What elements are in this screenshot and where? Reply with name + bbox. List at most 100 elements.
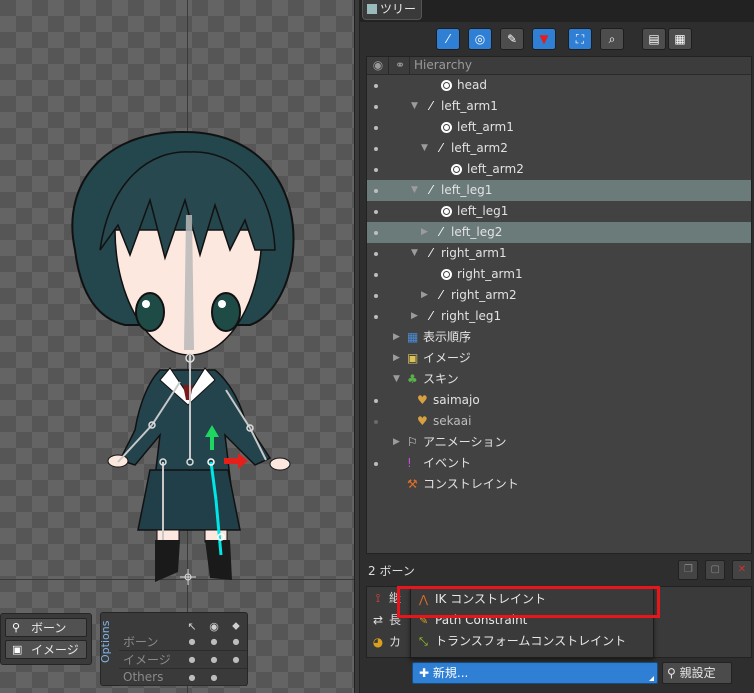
tree-row[interactable]: ♥ sekaai (367, 411, 751, 432)
chevron-down-icon[interactable]: ▼ (411, 180, 421, 201)
search-button[interactable]: ⌕ (600, 28, 624, 50)
tree-row-label: left_leg2 (451, 225, 503, 239)
tree-row[interactable]: ▼ ⁄ left_arm1 (367, 96, 751, 117)
hierarchy-tree[interactable]: ◉ ⚭ Hierarchy head ▼ ⁄ left_arm1 left_arm1 ▼ ⁄… (366, 56, 752, 554)
bottom-tools: ❐ ▢ ✕ (675, 560, 752, 582)
tree-row-label: right_arm1 (457, 267, 523, 281)
visibility-toggle[interactable] (374, 315, 378, 319)
visibility-toggle[interactable] (374, 231, 378, 235)
visibility-toggle[interactable] (374, 147, 378, 151)
chevron-right-icon[interactable]: ▶ (421, 285, 431, 306)
tree-row[interactable]: ▼ ⁄ right_arm1 (367, 243, 751, 264)
option-toggle[interactable]: ● (181, 668, 203, 686)
skins-icon: ♣ (407, 372, 418, 386)
slot-icon: ◎ (474, 32, 486, 46)
chevron-down-icon[interactable]: ▼ (411, 243, 421, 264)
visibility-toggle[interactable] (374, 462, 378, 466)
option-toggle[interactable]: ● (181, 633, 203, 651)
visibility-toggle[interactable] (374, 399, 378, 403)
chevron-right-icon[interactable]: ▶ (393, 327, 403, 348)
transform-icon: ⤡ (419, 635, 428, 648)
visibility-toggle[interactable] (374, 420, 378, 424)
tree-row[interactable]: ! イベント (367, 453, 751, 474)
delete-button[interactable]: ✕ (732, 560, 752, 580)
filter-attachments-button[interactable]: ✎ (500, 28, 524, 50)
tree-row[interactable]: left_leg1 (367, 201, 751, 222)
visibility-toggle[interactable] (374, 168, 378, 172)
visibility-toggle[interactable] (374, 273, 378, 277)
visibility-toggle[interactable] (374, 189, 378, 193)
visibility-toggle[interactable] (374, 252, 378, 256)
chevron-right-icon[interactable]: ▶ (393, 432, 403, 453)
tree-row[interactable]: ▼ ⁄ left_arm2 (367, 138, 751, 159)
options-row-bones: ボーン (119, 633, 181, 651)
tree-row-label: left_leg1 (441, 183, 493, 197)
chevron-down-icon[interactable]: ▼ (411, 96, 421, 117)
tree-row-label: アニメーション (423, 435, 507, 449)
option-toggle[interactable] (225, 668, 247, 686)
tree-row[interactable]: ♥ saimajo (367, 390, 751, 411)
tree-row[interactable]: ▶ ⁄ right_arm2 (367, 285, 751, 306)
filter-bones-button[interactable]: ⁄ (436, 28, 460, 50)
tree-row[interactable]: ▶ ⁄ right_leg1 (367, 306, 751, 327)
option-toggle[interactable]: ● (225, 650, 247, 669)
option-toggle[interactable]: ● (181, 650, 203, 669)
tree-row[interactable]: ⚒ コンストレイント (367, 474, 751, 495)
visibility-toggle[interactable] (374, 126, 378, 130)
paste-button[interactable]: ▢ (705, 560, 726, 580)
tree-row[interactable]: ▶ ⁄ left_leg2 (367, 222, 751, 243)
character-illustration[interactable] (0, 0, 354, 693)
paste-icon: ▢ (710, 564, 720, 575)
constraints-icon: ⚒ (407, 477, 418, 491)
tree-row[interactable]: ▼ ⁄ left_leg1 (367, 180, 751, 201)
filter-constraints-button[interactable]: ▼ (532, 28, 556, 50)
focus-icon: ⛶ (575, 31, 585, 46)
chevron-right-icon[interactable]: ▶ (411, 306, 421, 327)
tree-row-label: head (457, 78, 487, 92)
chevron-right-icon[interactable]: ▶ (421, 222, 431, 243)
option-toggle[interactable]: ● (225, 633, 247, 651)
tab-tree[interactable]: ツリー (362, 0, 422, 20)
option-toggle[interactable]: ● (203, 633, 225, 651)
animations-icon: ⚐ (407, 435, 418, 449)
property-label: カ (389, 635, 402, 649)
menu-item-path-constraint[interactable]: ✎ Path Constraint (411, 610, 653, 631)
visibility-toggle[interactable] (374, 84, 378, 88)
tree-row[interactable]: ▶ ▦ 表示順序 (367, 327, 751, 348)
chevron-right-icon[interactable]: ▶ (393, 348, 403, 369)
tree-row[interactable]: ▼ ♣ スキン (367, 369, 751, 390)
chevron-down-icon[interactable]: ▼ (393, 369, 403, 390)
menu-item-ik-constraint[interactable]: ⋀ IK コンストレイント (411, 589, 653, 610)
tree-row[interactable]: ▶ ⚐ アニメーション (367, 432, 751, 453)
visibility-toggle[interactable] (374, 210, 378, 214)
tree-toolbar: ⁄ ◎ ✎ ▼ ⛶ ⌕ ▤ ▦ (360, 28, 754, 54)
expand-all-button[interactable]: ▦ (668, 28, 692, 50)
tab-bar: ツリー (360, 0, 754, 22)
set-parent-button[interactable]: ⚲ 親設定 (662, 662, 732, 684)
tree-row[interactable]: right_arm1 (367, 264, 751, 285)
copy-button[interactable]: ❐ (678, 560, 699, 580)
bones-mode-label: ボーン (31, 621, 67, 635)
dropdown-corner-icon (649, 676, 654, 681)
new-button[interactable]: ✚ 新規... (412, 662, 658, 684)
visibility-column-icon: ◉ (372, 58, 384, 72)
filter-slots-button[interactable]: ◎ (468, 28, 492, 50)
option-toggle[interactable]: ● (203, 650, 225, 669)
chevron-down-icon[interactable]: ▼ (421, 138, 431, 159)
tree-row[interactable]: ▶ ▣ イメージ (367, 348, 751, 369)
collapse-all-button[interactable]: ▤ (642, 28, 666, 50)
visibility-toggle[interactable] (374, 294, 378, 298)
focus-button[interactable]: ⛶ (568, 28, 592, 50)
link-column-icon: ⚭ (394, 58, 406, 72)
tree-row[interactable]: head (367, 75, 751, 96)
image-icon: ▣ (12, 643, 23, 656)
canvas-viewport[interactable]: ⚲ ボーン ▣ イメージ Options ↖ ◉ ⬥ ボーン ● ● ● イメー… (0, 0, 354, 693)
images-mode-button[interactable]: ▣ イメージ (5, 640, 87, 659)
bones-mode-button[interactable]: ⚲ ボーン (5, 618, 87, 637)
tree-row[interactable]: left_arm1 (367, 117, 751, 138)
skin-icon: ♥ (417, 414, 428, 428)
tree-row[interactable]: left_arm2 (367, 159, 751, 180)
visibility-toggle[interactable] (374, 105, 378, 109)
menu-item-transform-constraint[interactable]: ⤡ トランスフォームコンストレイント (411, 631, 653, 652)
option-toggle[interactable]: ● (203, 668, 225, 686)
